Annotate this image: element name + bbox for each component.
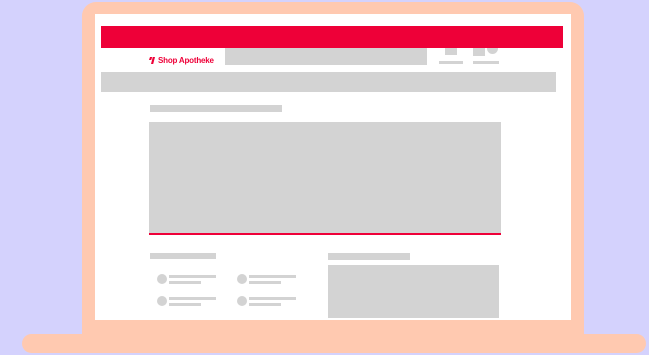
feature-text-line (169, 297, 216, 300)
feature-text-line (169, 275, 216, 278)
laptop-screen: Shop Apotheke (95, 14, 571, 320)
side-content-placeholder[interactable] (328, 265, 499, 318)
feature-text-line (169, 303, 201, 306)
feature-bullet-icon (157, 296, 167, 306)
feature-text-line (249, 303, 281, 306)
navigation-bar[interactable] (101, 72, 556, 92)
brand-name: Shop Apotheke (158, 56, 214, 65)
shop-apotheke-logo-icon (149, 57, 155, 64)
feature-bullet-icon (237, 296, 247, 306)
feature-text-line (249, 297, 296, 300)
feature-bullet-icon (157, 274, 167, 284)
feature-text-line (249, 281, 281, 284)
cart-icon[interactable] (473, 48, 485, 56)
account-label-placeholder (439, 61, 463, 64)
page-title-placeholder (150, 105, 282, 112)
feature-text-line (169, 281, 201, 284)
hero-banner-placeholder[interactable] (149, 122, 501, 235)
feature-bullet-icon (237, 274, 247, 284)
side-heading-placeholder (328, 253, 410, 260)
features-heading-placeholder (150, 253, 216, 259)
brand-logo[interactable]: Shop Apotheke (149, 55, 214, 66)
account-icon[interactable] (445, 48, 457, 55)
cart-label-placeholder (473, 61, 499, 64)
top-header-bar (101, 26, 563, 48)
laptop-base (22, 334, 646, 353)
search-bar[interactable] (225, 48, 427, 65)
feature-text-line (249, 275, 296, 278)
